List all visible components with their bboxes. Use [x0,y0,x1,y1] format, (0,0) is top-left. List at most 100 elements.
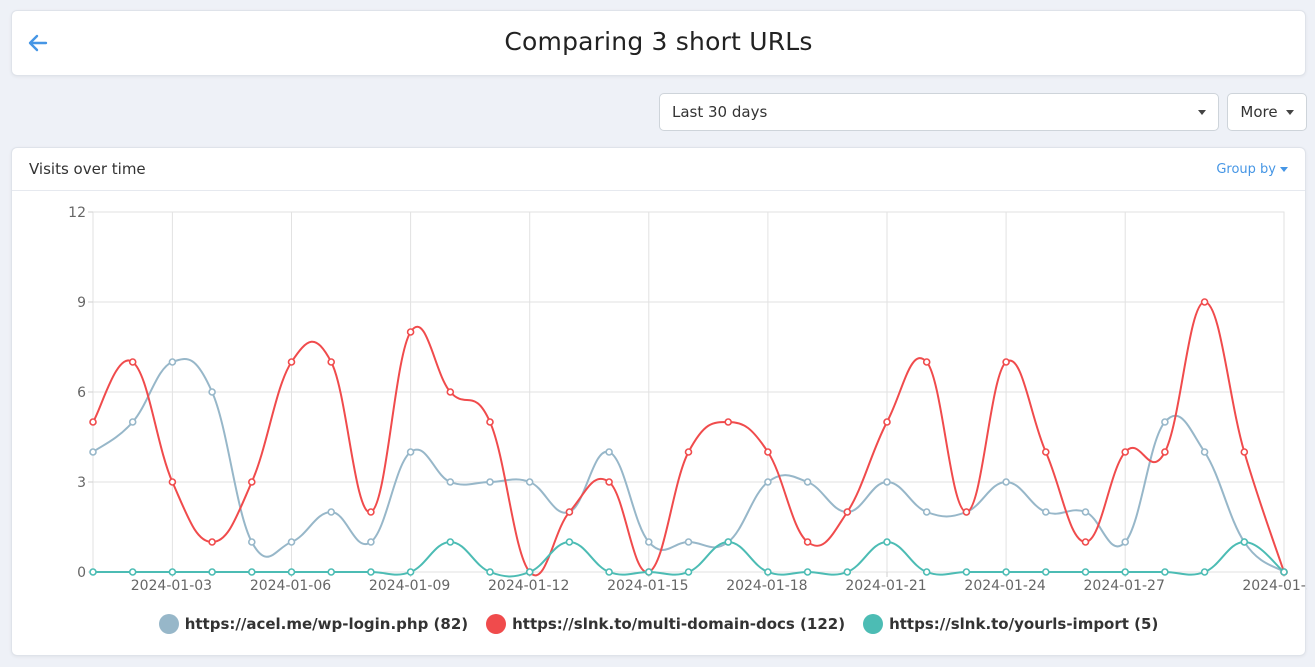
data-point [803,538,812,546]
data-point [764,478,772,486]
y-tick-label: 9 [77,295,86,311]
data-point [1121,448,1129,456]
data-point [684,568,693,576]
date-range-select[interactable]: Last 30 days [659,93,1219,131]
data-point [367,508,375,516]
x-tick-label: 2024-01-31 [1242,578,1307,594]
data-point [1161,448,1169,456]
data-point [248,538,256,546]
x-tick-label: 2024-01-09 [369,578,450,594]
data-point [1042,568,1050,576]
legend-swatch [863,614,884,634]
data-point [287,358,296,366]
data-point [922,358,931,366]
y-tick-label: 0 [77,565,86,581]
page-title: Comparing 3 short URLs [504,27,813,56]
data-point [486,418,494,426]
data-point [89,568,97,576]
chevron-down-icon [1285,109,1294,115]
data-point [287,538,296,546]
data-point [248,568,256,576]
data-point [89,418,97,426]
data-point [168,568,177,576]
legend-swatch [486,614,507,634]
data-point [1121,568,1129,576]
x-tick-label: 2024-01-21 [845,578,926,594]
data-point [724,538,733,546]
data-point [565,508,574,516]
data-point [367,538,375,546]
date-range-value: Last 30 days [672,103,768,121]
data-point [1121,538,1129,546]
more-button[interactable]: More [1227,93,1307,131]
data-point [208,388,216,396]
more-button-label: More [1240,103,1278,121]
chart-card: Visits over time Group by 0 3 6 9 12 2024-01-… [11,147,1307,656]
data-point [208,538,216,546]
data-point [1002,478,1010,486]
data-point [883,478,891,486]
data-point [684,538,693,546]
data-point [1280,568,1288,576]
data-point [1081,508,1090,516]
chevron-down-icon [1198,109,1206,115]
data-point [128,358,137,366]
y-tick-label: 3 [77,475,86,491]
data-point [525,478,534,486]
x-tick-label: 2024-01-03 [131,578,212,594]
visits-line-chart: 0 3 6 9 12 2024-01-03 2024-01-06 2024-01-09 2024… [68,205,1307,594]
data-point [1200,298,1209,306]
data-point [803,478,812,486]
data-point [565,538,574,546]
data-point [605,478,613,486]
data-point [1002,568,1010,576]
data-point [248,478,256,486]
data-point [684,448,693,456]
data-point [883,418,891,426]
data-point [1161,418,1169,426]
data-point [446,388,455,396]
data-point [764,448,772,456]
data-point [843,508,852,516]
data-point [764,568,772,576]
data-point [1081,568,1090,576]
legend-item-1[interactable]: https://slnk.to/multi-domain-docs (122) [486,614,845,634]
data-point [644,568,653,576]
data-point [1161,568,1169,576]
data-point [605,568,613,576]
data-point [1200,448,1209,456]
data-point [843,568,852,576]
data-point [446,538,455,546]
legend-label: https://acel.me/wp-login.php (82) [184,615,469,633]
data-point [724,418,733,426]
data-point [168,478,177,486]
data-point [406,448,415,456]
x-tick-label: 2024-01-12 [488,578,569,594]
data-point [327,508,336,516]
data-point [168,358,177,366]
data-point [486,568,494,576]
header-card: Comparing 3 short URLs [11,10,1306,76]
legend-label: https://slnk.to/multi-domain-docs (122) [512,615,846,633]
data-point [922,568,931,576]
legend-swatch [158,614,179,634]
data-point [486,478,494,486]
legend-item-2[interactable]: https://slnk.to/yourls-import (5) [863,614,1158,634]
data-point [406,328,415,336]
x-tick-label: 2024-01-06 [250,578,331,594]
legend-item-0[interactable]: https://acel.me/wp-login.php (82) [158,614,469,634]
legend-label: https://slnk.to/yourls-import (5) [889,615,1159,633]
data-point [803,568,812,576]
data-point [962,568,971,576]
data-point [1200,568,1209,576]
x-tick-label: 2024-01-24 [964,578,1045,594]
data-point [1081,538,1090,546]
data-point [208,568,216,576]
data-point [1002,358,1010,366]
chart-legend: https://acel.me/wp-login.php (82) https:/… [12,614,1305,634]
data-point [644,538,653,546]
data-point [1240,538,1249,546]
data-point [525,568,534,576]
y-tick-label: 12 [68,205,86,221]
data-point [89,448,97,456]
